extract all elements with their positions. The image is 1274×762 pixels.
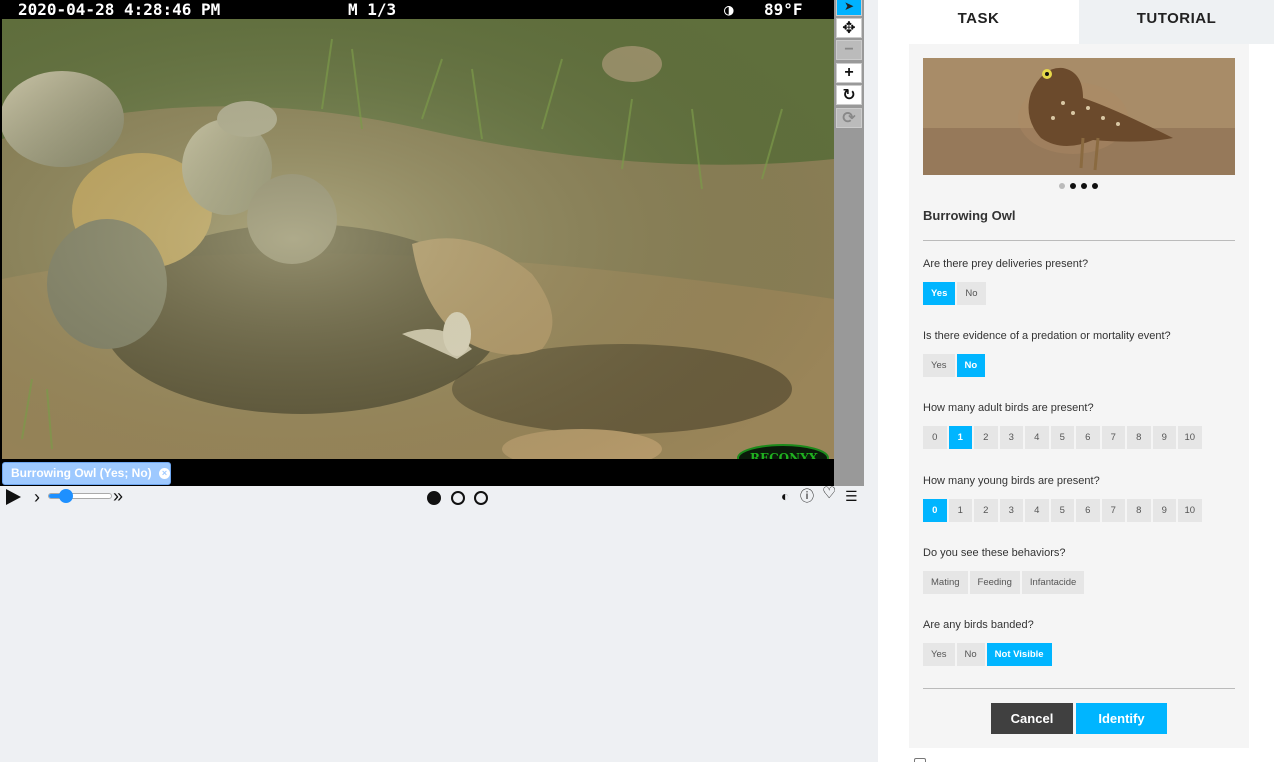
fast-forward-button[interactable]: »	[113, 486, 123, 506]
answer-option-button[interactable]: Mating	[923, 571, 968, 594]
cancel-button[interactable]: Cancel	[991, 703, 1073, 734]
contrast-icon[interactable]: ◐	[781, 488, 789, 504]
zoom-in-button[interactable]: +	[836, 63, 862, 83]
answer-options: Yes No	[923, 282, 986, 305]
answer-option-button[interactable]: 6	[1076, 426, 1100, 449]
camera-temperature: 89°F	[764, 0, 803, 19]
pointer-tool-button[interactable]: ➤	[836, 0, 862, 16]
move-icon: ✥	[842, 20, 856, 37]
camera-frame-label: M 1/3	[348, 0, 397, 19]
step-forward-button[interactable]: ›	[34, 487, 40, 507]
answer-option-button[interactable]: 5	[1050, 426, 1074, 449]
question-text: Are there prey deliveries present?	[923, 258, 1089, 270]
answer-option-button[interactable]: 2	[974, 426, 998, 449]
checkbox[interactable]	[914, 758, 926, 762]
divider	[923, 240, 1235, 241]
answer-option-button[interactable]: Not Visible	[986, 643, 1052, 666]
answer-option-button[interactable]: Feeding	[969, 571, 1020, 594]
answer-option-button[interactable]: 9	[1152, 499, 1176, 522]
frame-dot-3[interactable]	[474, 491, 488, 505]
answer-option-button[interactable]: 2	[974, 499, 998, 522]
answer-option-button[interactable]: No	[956, 354, 986, 377]
remove-tag-icon[interactable]: ×	[159, 468, 171, 480]
answer-options: Mating Feeding Infantacide	[923, 571, 1085, 594]
question-text: How many young birds are present?	[923, 475, 1100, 487]
pointer-icon: ➤	[843, 0, 855, 13]
carousel-dot[interactable]	[1070, 183, 1076, 189]
answer-option-button[interactable]: 10	[1178, 499, 1202, 522]
species-name: Burrowing Owl	[923, 208, 1016, 223]
answer-option-button[interactable]: 1	[948, 426, 972, 449]
photo-scene	[2, 19, 834, 459]
list-icon[interactable]: ☰	[845, 488, 858, 504]
answer-option-button[interactable]: No	[956, 643, 985, 666]
question-text: How many adult birds are present?	[923, 402, 1094, 414]
zoom-in-icon: +	[844, 64, 854, 81]
answer-option-button[interactable]: 7	[1101, 499, 1125, 522]
answer-option-button[interactable]: 4	[1025, 426, 1049, 449]
annotation-tag[interactable]: Burrowing Owl (Yes; No) ×	[2, 462, 171, 485]
answer-option-button[interactable]: 9	[1152, 426, 1176, 449]
answer-option-button[interactable]: Yes	[923, 643, 955, 666]
camera-info-bar: 2020-04-28 4:28:46 PM M 1/3 ◑ 89°F	[0, 0, 834, 19]
reset-icon: ⟳	[842, 110, 856, 127]
camera-datetime: 2020-04-28 4:28:46 PM	[18, 0, 221, 19]
answer-option-button[interactable]: 8	[1127, 426, 1151, 449]
question-text: Are any birds banded?	[923, 619, 1034, 631]
answer-option-button[interactable]: 10	[1178, 426, 1202, 449]
answer-options: 0 1 2 3 4 5 6 7 8 9 10	[923, 426, 1202, 449]
answer-option-button[interactable]: 6	[1076, 499, 1100, 522]
identify-button[interactable]: Identify	[1076, 703, 1167, 734]
carousel-dot[interactable]	[1081, 183, 1087, 189]
speed-slider-handle[interactable]	[59, 489, 74, 503]
answer-option-button[interactable]: 1	[948, 499, 972, 522]
info-icon[interactable]: ⓘ	[800, 488, 814, 504]
rotate-icon: ↻	[842, 87, 856, 104]
answer-option-button[interactable]: 7	[1101, 426, 1125, 449]
tab-tutorial[interactable]: TUTORIAL	[1079, 0, 1274, 44]
task-content: Burrowing Owl Are there prey deliveries …	[909, 44, 1249, 748]
zoom-out-icon: −	[844, 41, 854, 58]
answer-option-button[interactable]: 3	[999, 426, 1023, 449]
subject-viewer[interactable]: RECONYX 2020-04-28 4:28:46 PM M 1/3 ◑ 89…	[0, 0, 864, 486]
trail-camera-photo[interactable]: RECONYX	[2, 19, 834, 459]
answer-option-button[interactable]: 5	[1050, 499, 1074, 522]
species-photo[interactable]	[923, 58, 1235, 175]
answer-option-button[interactable]: 3	[999, 499, 1023, 522]
play-button[interactable]	[6, 489, 21, 505]
reconyx-logo-text: RECONYX	[750, 451, 818, 459]
moon-phase-icon: ◑	[724, 0, 734, 19]
speed-slider[interactable]	[48, 489, 112, 503]
answer-options: Yes No Not Visible	[923, 643, 1052, 666]
panel-tabs: TASK TUTORIAL	[878, 0, 1274, 44]
annotation-tag-label: Burrowing Owl (Yes; No)	[11, 466, 152, 480]
answer-options: Yes No	[923, 354, 986, 377]
divider	[923, 688, 1235, 689]
answer-option-button[interactable]: 0	[923, 426, 947, 449]
playback-controls: › » ◐ ⓘ ♡ ☰	[0, 486, 864, 510]
question-text: Do you see these behaviors?	[923, 547, 1066, 559]
answer-option-button[interactable]: 8	[1127, 499, 1151, 522]
move-tool-button[interactable]: ✥	[836, 18, 862, 38]
rotate-button[interactable]: ↻	[836, 85, 862, 105]
frame-dot-2[interactable]	[451, 491, 465, 505]
answer-options: 0 1 2 3 4 5 6 7 8 9 10	[923, 499, 1202, 522]
answer-option-button[interactable]: Yes	[923, 354, 955, 377]
owl-illustration	[923, 58, 1235, 175]
zoom-out-button[interactable]: −	[836, 40, 862, 60]
answer-option-button[interactable]: No	[957, 282, 986, 305]
favorite-icon[interactable]: ♡	[822, 486, 836, 502]
frame-dot-1[interactable]	[427, 491, 441, 505]
reset-view-button[interactable]: ⟳	[836, 108, 862, 128]
answer-option-button[interactable]: 0	[923, 499, 947, 522]
question-text: Is there evidence of a predation or mort…	[923, 330, 1171, 342]
tab-task[interactable]: TASK	[878, 0, 1079, 44]
answer-option-button[interactable]: Yes	[923, 282, 956, 305]
answer-option-button[interactable]: 4	[1025, 499, 1049, 522]
image-toolbar: ➤ ✥ − + ↻ ⟳	[834, 0, 864, 486]
carousel-dot[interactable]	[1092, 183, 1098, 189]
answer-option-button[interactable]: Infantacide	[1021, 571, 1085, 594]
carousel-dot[interactable]	[1059, 183, 1065, 189]
task-panel: TASK TUTORIAL Burrowing Owl Are there pr…	[878, 0, 1274, 762]
